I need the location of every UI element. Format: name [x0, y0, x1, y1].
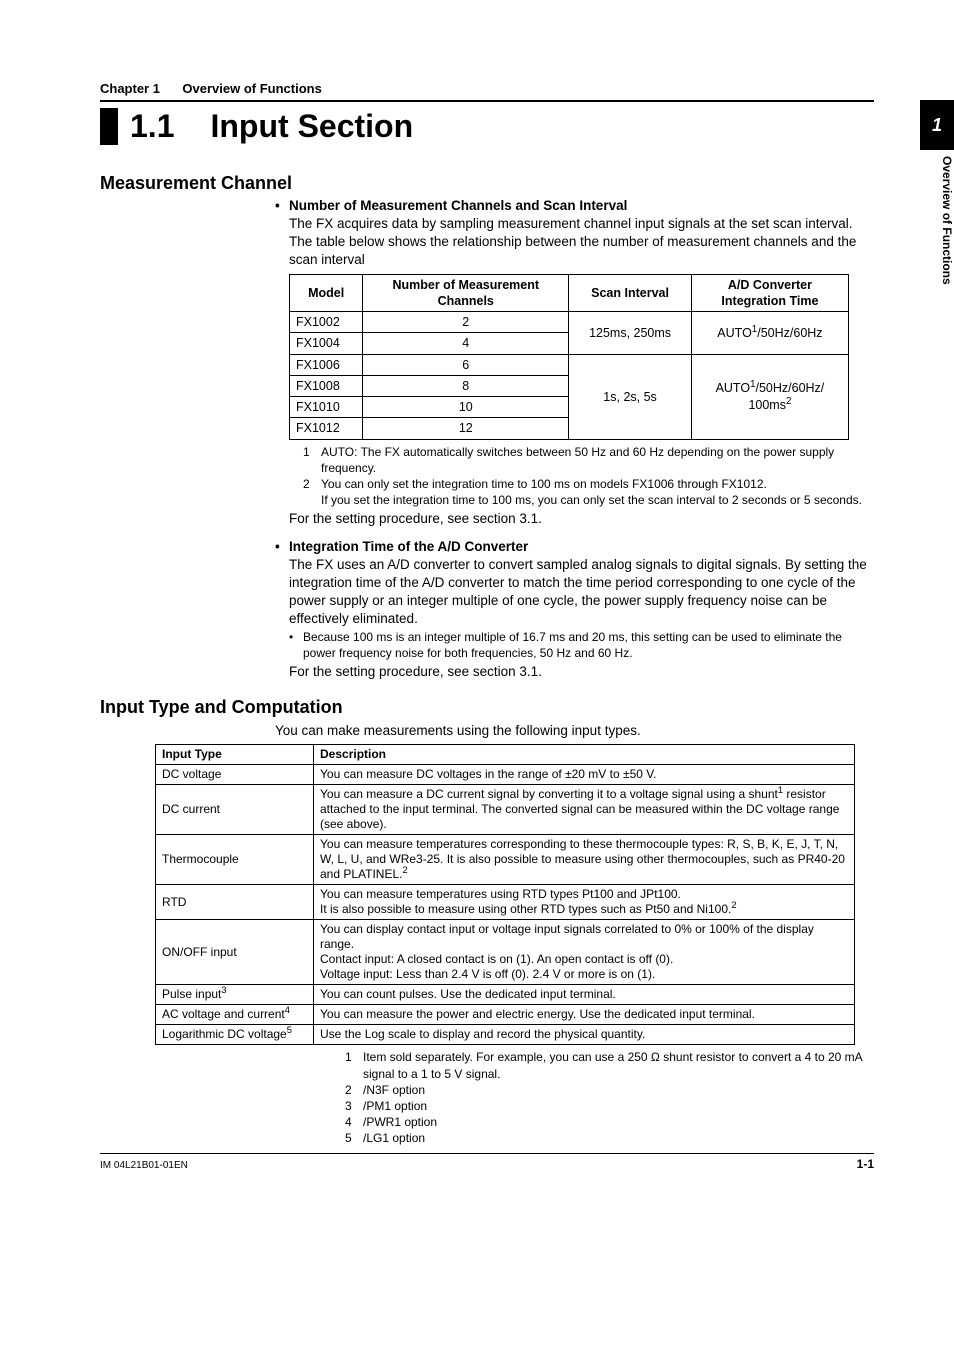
chapter-header: Chapter 1 Overview of Functions: [100, 80, 874, 102]
cell-desc: You can measure a DC current signal by c…: [314, 785, 855, 835]
fn-text: AUTO: The FX automatically switches betw…: [321, 444, 874, 476]
h2-measurement-channel: Measurement Channel: [100, 173, 874, 194]
fn-text: Item sold separately. For example, you c…: [363, 1049, 874, 1081]
cell-type: RTD: [156, 885, 314, 920]
fn-num: 2: [303, 476, 321, 492]
table-row: Pulse input3 You can count pulses. Use t…: [156, 985, 855, 1005]
th-model: Model: [290, 274, 363, 312]
cell-ad: AUTO1/50Hz/60Hz/100ms2: [691, 354, 848, 439]
cell-channels: 8: [363, 375, 569, 396]
cell-desc: You can display contact input or voltage…: [314, 920, 855, 985]
cell-desc: You can count pulses. Use the dedicated …: [314, 985, 855, 1005]
th-input-type: Input Type: [156, 745, 314, 765]
fn-text: /LG1 option: [363, 1130, 874, 1146]
table-row: Logarithmic DC voltage5 Use the Log scal…: [156, 1025, 855, 1045]
cell-desc: You can measure DC voltages in the range…: [314, 765, 855, 785]
paragraph-scan-intro: The FX acquires data by sampling measure…: [289, 215, 874, 270]
fn-text: /N3F option: [363, 1082, 874, 1098]
paragraph-integration: The FX uses an A/D converter to convert …: [289, 556, 874, 629]
table-row: FX1002 2 125ms, 250ms AUTO1/50Hz/60Hz: [290, 312, 849, 333]
cell-channels: 2: [363, 312, 569, 333]
side-tab-label: Overview of Functions: [920, 156, 954, 285]
footnotes-input-table: 1Item sold separately. For example, you …: [345, 1049, 874, 1146]
table-row: FX1006 6 1s, 2s, 5s AUTO1/50Hz/60Hz/100m…: [290, 354, 849, 375]
footer-divider: [100, 1153, 874, 1154]
cell-type: Thermocouple: [156, 835, 314, 885]
cell-desc: Use the Log scale to display and record …: [314, 1025, 855, 1045]
bullet-channels-scan: • Number of Measurement Channels and Sca…: [275, 198, 874, 213]
fn-num: 2: [345, 1082, 363, 1098]
cell-channels: 10: [363, 397, 569, 418]
cell-type: DC voltage: [156, 765, 314, 785]
side-tab-number: 1: [920, 100, 954, 150]
cell-channels: 12: [363, 418, 569, 439]
cell-model: FX1008: [290, 375, 363, 396]
bullet-title: Number of Measurement Channels and Scan …: [289, 198, 627, 213]
th-scan-interval: Scan Interval: [569, 274, 692, 312]
bullet-dot-icon: •: [275, 539, 289, 554]
chapter-title: Overview of Functions: [182, 81, 321, 96]
cell-type: ON/OFF input: [156, 920, 314, 985]
fn-num: 5: [345, 1130, 363, 1146]
chapter-number: Chapter 1: [100, 81, 160, 96]
cell-ad: AUTO1/50Hz/60Hz: [691, 312, 848, 355]
cell-desc: You can measure temperatures using RTD t…: [314, 885, 855, 920]
table-input-types: Input Type Description DC voltage You ca…: [155, 744, 855, 1045]
section-number: 1.1: [130, 108, 174, 145]
footer-page-number: 1-1: [857, 1157, 874, 1171]
fn-num: 1: [345, 1049, 363, 1081]
section-title-row: 1.1 Input Section: [100, 108, 874, 145]
table-row: Thermocouple You can measure temperature…: [156, 835, 855, 885]
table-model-scan: Model Number of MeasurementChannels Scan…: [289, 274, 849, 440]
see-section-ref: For the setting procedure, see section 3…: [289, 663, 874, 681]
table-row: Input Type Description: [156, 745, 855, 765]
footer-doc-id: IM 04L21B01-01EN: [100, 1160, 188, 1171]
cell-model: FX1006: [290, 354, 363, 375]
cell-model: FX1004: [290, 333, 363, 354]
th-description: Description: [314, 745, 855, 765]
cell-desc: You can measure temperatures correspondi…: [314, 835, 855, 885]
cell-scan: 1s, 2s, 5s: [569, 354, 692, 439]
sub-bullet-integration: • Because 100 ms is an integer multiple …: [289, 629, 874, 661]
footnotes-scan-table: 1AUTO: The FX automatically switches bet…: [303, 444, 874, 509]
bullet-dot-icon: •: [275, 198, 289, 213]
cell-model: FX1012: [290, 418, 363, 439]
cell-type: Logarithmic DC voltage5: [156, 1025, 314, 1045]
th-ad-integration: A/D ConverterIntegration Time: [691, 274, 848, 312]
fn-text: /PM1 option: [363, 1098, 874, 1114]
cell-type: DC current: [156, 785, 314, 835]
fn-num: 4: [345, 1114, 363, 1130]
see-section-ref: For the setting procedure, see section 3…: [289, 510, 874, 528]
fn-num: 3: [345, 1098, 363, 1114]
bullet-integration-time: • Integration Time of the A/D Converter: [275, 539, 874, 554]
cell-desc: You can measure the power and electric e…: [314, 1005, 855, 1025]
cell-model: FX1002: [290, 312, 363, 333]
fn-text: /PWR1 option: [363, 1114, 874, 1130]
table-row: ON/OFF input You can display contact inp…: [156, 920, 855, 985]
th-channels: Number of MeasurementChannels: [363, 274, 569, 312]
cell-model: FX1010: [290, 397, 363, 418]
bullet-dot-icon: •: [289, 629, 303, 661]
h2-input-type-computation: Input Type and Computation: [100, 697, 874, 718]
paragraph-input-intro: You can make measurements using the foll…: [275, 722, 874, 740]
bullet-title: Integration Time of the A/D Converter: [289, 539, 528, 554]
cell-channels: 4: [363, 333, 569, 354]
cell-scan: 125ms, 250ms: [569, 312, 692, 355]
table-row: DC current You can measure a DC current …: [156, 785, 855, 835]
cell-channels: 6: [363, 354, 569, 375]
fn-text: If you set the integration time to 100 m…: [321, 492, 874, 508]
fn-text: You can only set the integration time to…: [321, 476, 874, 492]
cell-type: Pulse input3: [156, 985, 314, 1005]
table-row: DC voltage You can measure DC voltages i…: [156, 765, 855, 785]
table-row: Model Number of MeasurementChannels Scan…: [290, 274, 849, 312]
fn-num: 1: [303, 444, 321, 476]
side-tab: 1 Overview of Functions: [920, 100, 954, 320]
table-row: RTD You can measure temperatures using R…: [156, 885, 855, 920]
cell-type: AC voltage and current4: [156, 1005, 314, 1025]
table-row: AC voltage and current4 You can measure …: [156, 1005, 855, 1025]
sub-bullet-text: Because 100 ms is an integer multiple of…: [303, 629, 874, 661]
section-title: Input Section: [210, 108, 413, 145]
